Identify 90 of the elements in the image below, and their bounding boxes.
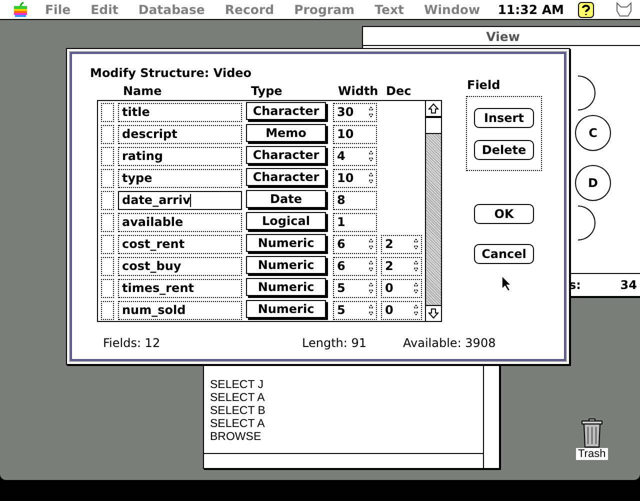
row-selector[interactable] [101, 256, 114, 276]
dec-input-field[interactable]: 2 [381, 256, 422, 276]
half-circle-outline [577, 205, 596, 241]
spinner-icon[interactable] [368, 172, 374, 184]
width-input-field[interactable]: 5 [333, 300, 377, 320]
row-selector[interactable] [101, 300, 114, 320]
type-popup-button[interactable]: Numeric [246, 256, 326, 274]
type-popup-button[interactable]: Numeric [246, 234, 326, 252]
node-circle[interactable]: C [575, 115, 611, 151]
spinner-icon[interactable] [368, 106, 374, 118]
dialog-button[interactable]: Cancel [474, 244, 534, 264]
clock: 11:32 AM [498, 2, 564, 17]
width-input-field[interactable]: 4 [333, 146, 377, 166]
trash-can-icon[interactable] [580, 418, 603, 448]
width-input-field[interactable]: 6 [333, 234, 377, 254]
name-input-field[interactable]: title [118, 102, 242, 122]
field-action-button[interactable]: Insert [474, 108, 534, 128]
name-input-field[interactable]: num_sold [118, 300, 242, 320]
scroll-bar[interactable] [425, 101, 441, 321]
width-input-field[interactable]: 6 [333, 256, 377, 276]
column-header: Width [337, 84, 380, 100]
record-count: 34 [620, 278, 637, 292]
column-header: Name [122, 84, 163, 100]
up-arrow-icon[interactable] [428, 103, 439, 114]
down-arrow-icon[interactable] [428, 308, 439, 319]
node-circle[interactable]: D [575, 165, 611, 201]
spinner-icon[interactable] [368, 150, 374, 162]
row-selector[interactable] [101, 278, 114, 298]
fields-count: Fields: 12 [103, 336, 162, 350]
command-line: SELECT J [210, 379, 264, 392]
record-length: Length: 91 [302, 336, 368, 350]
group-label: Field [466, 78, 502, 92]
type-popup-button[interactable]: Character [246, 168, 326, 186]
name-input-field[interactable]: cost_rent [118, 234, 242, 254]
apple-logo-icon[interactable] [14, 2, 27, 17]
spinner-icon[interactable] [413, 304, 419, 316]
window-title: View [486, 28, 520, 44]
row-selector[interactable] [101, 146, 114, 166]
command-line: BROWSE [210, 431, 262, 444]
name-input-field[interactable]: available [118, 212, 242, 232]
type-popup-button[interactable]: Memo [246, 124, 326, 142]
type-popup-button[interactable]: Character [246, 146, 326, 164]
type-popup-button[interactable]: Logical [246, 212, 326, 230]
trash-label[interactable]: Trash [576, 448, 608, 460]
spinner-icon[interactable] [368, 260, 374, 272]
dialog-title: Modify Structure: Video [90, 66, 253, 82]
column-header: Dec [385, 84, 412, 100]
half-circle-outline [577, 75, 596, 111]
spinner-icon[interactable] [413, 260, 419, 272]
help-icon[interactable] [578, 2, 594, 18]
dec-input-field[interactable]: 2 [381, 234, 422, 254]
width-input-field[interactable]: 8 [333, 190, 377, 210]
name-input-field[interactable]: rating [118, 146, 242, 166]
row-selector[interactable] [101, 234, 114, 254]
name-input-field[interactable]: type [118, 168, 242, 188]
name-input-field[interactable]: times_rent [118, 278, 242, 298]
width-input-field[interactable]: 5 [333, 278, 377, 298]
row-selector[interactable] [101, 124, 114, 144]
command-line: SELECT B [210, 405, 266, 418]
available-space: Available: 3908 [403, 336, 496, 350]
dialog-button[interactable]: OK [474, 204, 534, 224]
row-selector[interactable] [101, 168, 114, 188]
type-popup-button[interactable]: Character [246, 102, 326, 120]
dec-input-field[interactable]: 0 [381, 278, 422, 298]
row-selector[interactable] [101, 190, 114, 210]
field-action-button[interactable]: Delete [474, 140, 534, 160]
type-popup-button[interactable]: Numeric [246, 300, 326, 318]
name-input-field[interactable]: descript [118, 124, 242, 144]
dec-input-field[interactable]: 0 [381, 300, 422, 320]
name-input-field[interactable]: cost_buy [118, 256, 242, 276]
spinner-icon[interactable] [413, 282, 419, 294]
name-input-field[interactable]: date_arriv [118, 190, 242, 210]
column-header: Type [250, 84, 284, 100]
command-line: SELECT A [210, 392, 266, 405]
row-selector[interactable] [101, 102, 114, 122]
spinner-icon[interactable] [368, 282, 374, 294]
type-popup-button[interactable]: Numeric [246, 278, 326, 296]
spinner-icon[interactable] [368, 304, 374, 316]
command-line: SELECT A [210, 418, 266, 431]
row-selector[interactable] [101, 212, 114, 232]
width-input-field[interactable]: 10 [333, 124, 377, 144]
spinner-icon[interactable] [368, 238, 374, 250]
mouse-pointer-icon [501, 275, 511, 291]
spinner-icon[interactable] [413, 238, 419, 250]
width-input-field[interactable]: 30 [333, 102, 377, 122]
scroll-thumb[interactable] [426, 117, 441, 134]
cat-face-icon[interactable] [616, 2, 632, 18]
width-input-field[interactable]: 1 [333, 212, 377, 232]
type-popup-button[interactable]: Date [246, 190, 326, 208]
width-input-field[interactable]: 10 [333, 168, 377, 188]
